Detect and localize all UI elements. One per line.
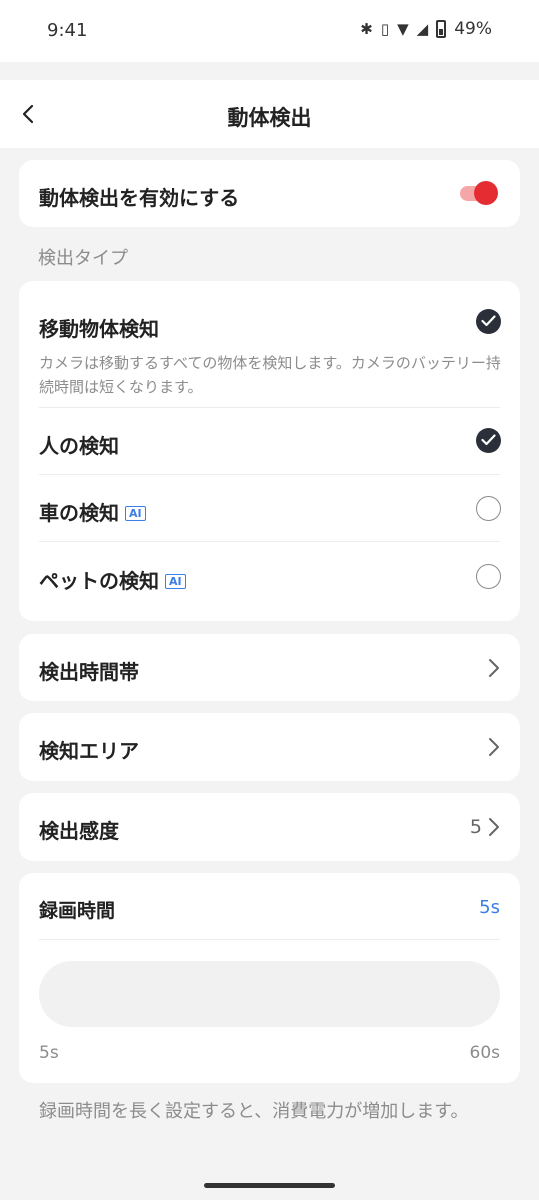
wifi-icon: ▼ (397, 20, 409, 38)
navigation-bar: 動体検出 (0, 80, 539, 148)
detection-area-row[interactable]: 検知エリア (19, 713, 520, 781)
detection-item-label: 人の検知 (39, 434, 119, 458)
detection-schedule-row[interactable]: 検出時間帯 (19, 634, 520, 701)
detection-item-label: ペットの検知 AI (39, 565, 186, 594)
detection-schedule-label: 検出時間帯 (39, 660, 139, 684)
checked-icon[interactable] (476, 309, 501, 334)
detection-item-text: ペットの検知 (39, 569, 159, 593)
checked-icon[interactable] (476, 428, 501, 453)
signal-icon: ◢ (416, 20, 429, 38)
bluetooth-icon: ✱ (360, 20, 373, 38)
slider-max-label: 60s (469, 1043, 501, 1063)
recording-duration-card: 録画時間 5s 5s 60s (19, 873, 520, 1083)
sensitivity-value: 5 (469, 816, 482, 838)
detection-item-label: 車の検知 AI (39, 497, 146, 526)
chevron-right-icon (489, 818, 499, 836)
recording-duration-slider[interactable] (39, 961, 500, 1027)
enable-label: 動体検出を有効にする (39, 186, 240, 210)
detection-item-text: 車の検知 (39, 501, 119, 525)
detection-type-card: 移動物体検知 カメラは移動するすべての物体を検知します。カメラのバッテリー持続時… (19, 281, 520, 621)
battery-percent: 49% (454, 19, 492, 39)
recording-duration-label: 録画時間 (39, 900, 116, 922)
detection-area-label: 検知エリア (39, 739, 139, 763)
status-icons: ✱ ▯ ▼ ◢ 49% (360, 19, 492, 39)
ai-badge: AI (165, 574, 186, 589)
chevron-right-icon (489, 738, 499, 756)
home-indicator[interactable] (204, 1183, 335, 1188)
battery-icon (436, 20, 447, 38)
divider (39, 407, 500, 408)
vibrate-icon: ▯ (380, 20, 390, 38)
toggle-thumb (474, 181, 498, 205)
status-bar: 9:41 ✱ ▯ ▼ ◢ 49% (0, 0, 539, 62)
page-title: 動体検出 (227, 106, 312, 130)
slider-min-label: 5s (39, 1043, 59, 1063)
divider (39, 541, 500, 542)
detection-item-description: カメラは移動するすべての物体を検知します。カメラのバッテリー持続時間は短くなりま… (39, 354, 501, 396)
divider (39, 474, 500, 475)
recording-footnote: 録画時間を長く設定すると、消費電力が増加します。 (39, 1101, 469, 1122)
detection-type-header: 検出タイプ (38, 248, 128, 269)
chevron-right-icon (489, 659, 499, 677)
status-time: 9:41 (47, 20, 88, 41)
ai-badge: AI (125, 506, 146, 521)
detection-sensitivity-label: 検出感度 (39, 819, 119, 843)
unchecked-circle-icon[interactable] (476, 496, 501, 521)
enable-card: 動体検出を有効にする (19, 160, 520, 227)
detection-item-label: 移動物体検知 (39, 317, 159, 341)
detection-sensitivity-row[interactable]: 検出感度 5 (19, 793, 520, 861)
unchecked-circle-icon[interactable] (476, 564, 501, 589)
enable-toggle[interactable] (460, 181, 498, 205)
divider (39, 939, 500, 940)
recording-duration-value: 5s (479, 897, 500, 918)
